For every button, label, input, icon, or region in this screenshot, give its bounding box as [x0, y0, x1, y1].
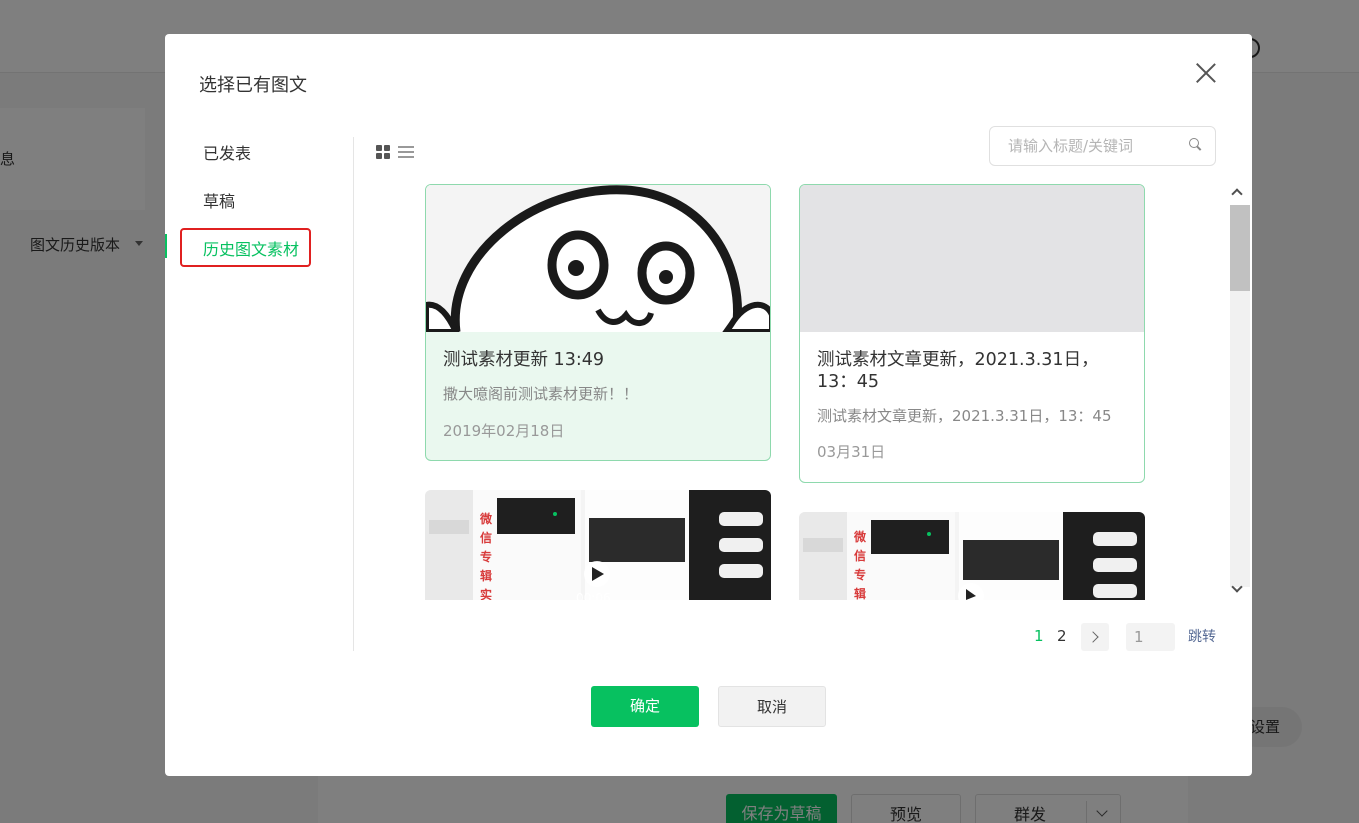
article-grid: 测试素材更新 13:49 撒大噫阁前测试素材更新！！ 2019年02月18日 测… — [425, 184, 1145, 600]
scrollbar-thumb[interactable] — [1230, 205, 1250, 291]
article-digest: 撒大噫阁前测试素材更新！！ — [443, 385, 639, 403]
confirm-button[interactable]: 确定 — [591, 686, 699, 727]
nav-item-drafts[interactable]: 草稿 — [203, 188, 235, 212]
article-date: 03月31日 — [817, 443, 886, 461]
chevron-up-icon[interactable] — [1231, 188, 1243, 200]
collage-caption: 微信专辑实 — [854, 530, 867, 600]
article-card[interactable]: 微信专辑实 — [799, 512, 1145, 600]
dialog-title: 选择已有图文 — [199, 75, 307, 96]
list-view-icon[interactable] — [398, 146, 414, 159]
article-title: 测试素材更新 13:49 — [443, 350, 604, 370]
highlight-box — [180, 228, 311, 267]
nav-item-published[interactable]: 已发表 — [203, 140, 251, 164]
close-icon[interactable] — [1195, 62, 1217, 84]
search-input[interactable] — [1008, 135, 1178, 157]
nav-active-indicator — [165, 234, 167, 258]
scrollbar[interactable] — [1230, 184, 1250, 600]
video-thumbnail — [425, 490, 771, 600]
cancel-button[interactable]: 取消 — [718, 686, 826, 727]
cartoon-thumbnail — [426, 185, 770, 332]
divider — [353, 137, 354, 651]
page-1[interactable]: 1 — [1034, 622, 1044, 650]
page-jump-button[interactable]: 跳转 — [1188, 623, 1216, 651]
video-duration: 00:06 — [576, 591, 611, 600]
video-thumbnail — [799, 512, 1145, 600]
search-icon[interactable] — [1189, 138, 1201, 150]
select-article-dialog: 选择已有图文 已发表 草稿 历史图文素材 请输入标题/关键词 测试素材更新 13… — [165, 34, 1252, 776]
page-jump-input[interactable] — [1126, 623, 1175, 651]
article-title: 测试素材文章更新，2021.3.31日，13：45 — [817, 350, 1099, 392]
chevron-right-icon[interactable] — [1081, 623, 1109, 651]
article-card[interactable]: 测试素材更新 13:49 撒大噫阁前测试素材更新！！ 2019年02月18日 — [425, 184, 771, 461]
article-date: 2019年02月18日 — [443, 422, 565, 440]
article-digest: 测试素材文章更新，2021.3.31日，13：45 — [817, 407, 1112, 425]
search-box — [989, 126, 1216, 166]
collage-caption: 微信专辑实 — [480, 512, 493, 600]
page-2[interactable]: 2 — [1057, 622, 1067, 650]
article-card[interactable]: 测试素材文章更新，2021.3.31日，13：45 测试素材文章更新，2021.… — [799, 184, 1145, 483]
grid-view-icon[interactable] — [376, 145, 390, 159]
article-card[interactable]: 微信专辑实 00:06 — [425, 490, 771, 600]
blank-thumbnail — [800, 185, 1144, 332]
